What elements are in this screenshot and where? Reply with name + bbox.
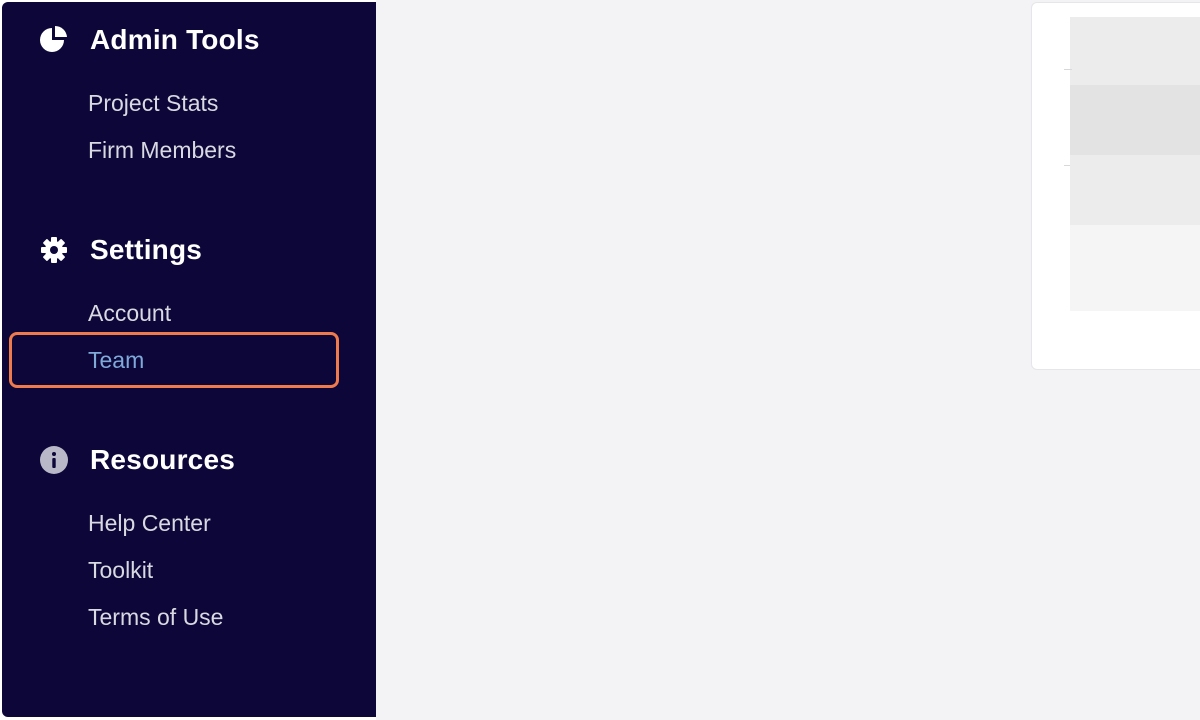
section-title: Admin Tools bbox=[90, 24, 260, 55]
section-title: Settings bbox=[90, 234, 203, 265]
pie-chart-icon bbox=[38, 24, 70, 56]
team-highlight-outline bbox=[9, 332, 339, 388]
placeholder-row bbox=[1070, 155, 1200, 225]
sidebar-item-team[interactable]: Team bbox=[88, 345, 144, 375]
divider bbox=[1064, 69, 1072, 70]
sidebar-item-terms-of-use[interactable]: Terms of Use bbox=[88, 602, 223, 632]
info-icon bbox=[38, 444, 70, 476]
gear-icon bbox=[38, 234, 70, 266]
section-header-settings: Settings bbox=[38, 234, 202, 266]
placeholder-row bbox=[1070, 225, 1200, 311]
section-title: Resources bbox=[90, 444, 235, 475]
sidebar: Admin Tools Project Stats Firm Members S… bbox=[2, 2, 376, 717]
main-content bbox=[376, 0, 1200, 720]
sidebar-item-help-center[interactable]: Help Center bbox=[88, 508, 211, 538]
placeholder-row bbox=[1070, 17, 1200, 85]
placeholder-row bbox=[1070, 85, 1200, 155]
app-window: Admin Tools Project Stats Firm Members S… bbox=[0, 0, 1200, 720]
sidebar-item-project-stats[interactable]: Project Stats bbox=[88, 88, 218, 118]
sidebar-item-account[interactable]: Account bbox=[88, 298, 171, 328]
section-header-resources: Resources bbox=[38, 444, 235, 476]
content-panel bbox=[1031, 2, 1200, 370]
sidebar-item-toolkit[interactable]: Toolkit bbox=[88, 555, 153, 585]
section-header-admin-tools: Admin Tools bbox=[38, 24, 260, 56]
sidebar-item-firm-members[interactable]: Firm Members bbox=[88, 135, 236, 165]
